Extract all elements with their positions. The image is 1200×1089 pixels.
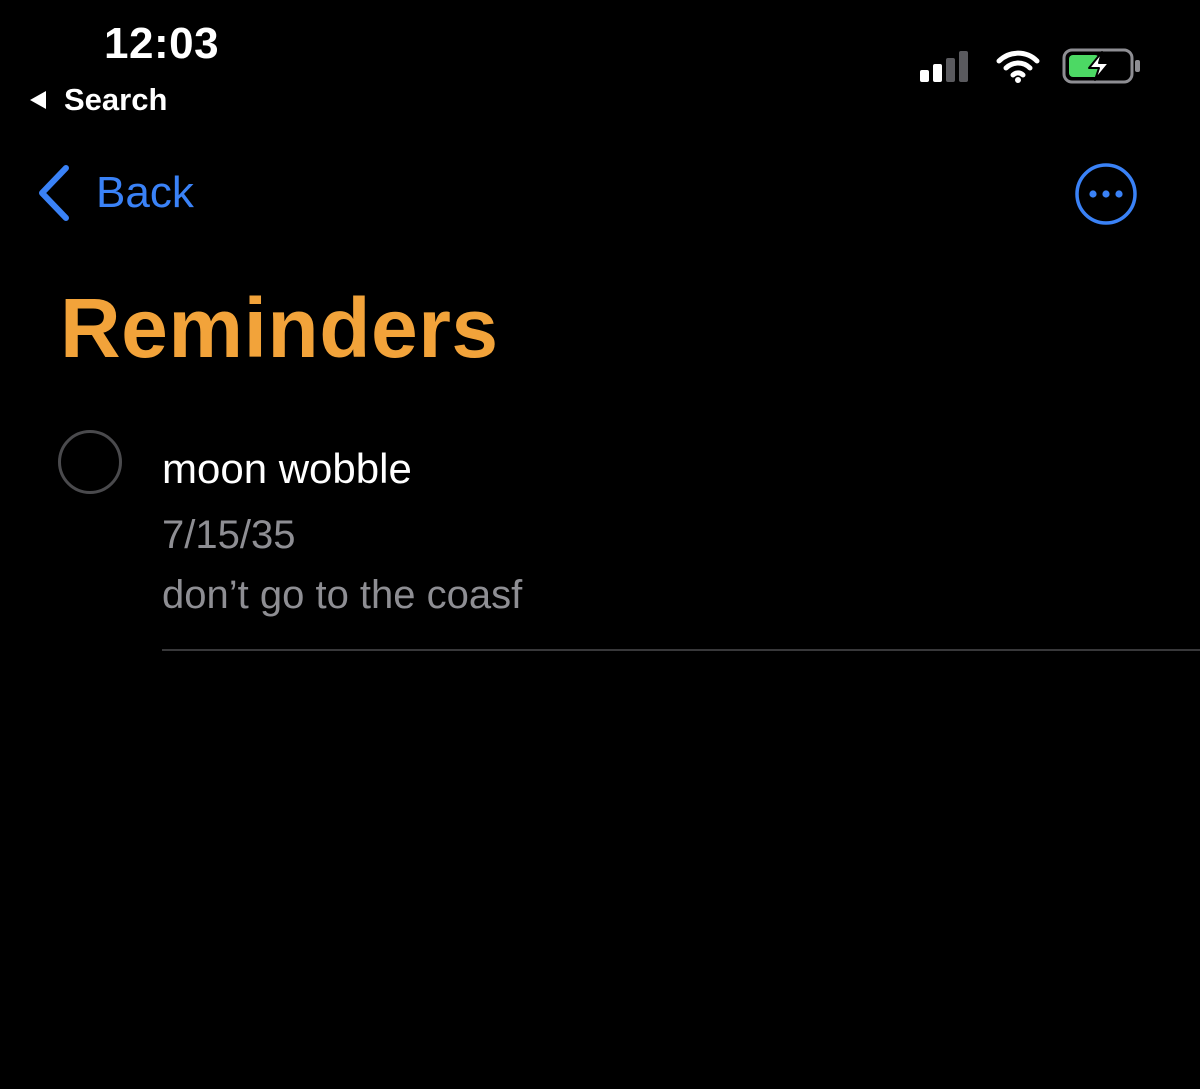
wifi-icon <box>996 50 1040 83</box>
ellipsis-circle-icon[interactable] <box>1074 162 1138 226</box>
signal-bar <box>933 64 942 82</box>
cellular-signal-icon <box>920 50 972 82</box>
nav-back-label: Back <box>96 168 194 217</box>
signal-bar <box>959 51 968 82</box>
status-icons <box>920 44 1142 88</box>
signal-bar <box>920 70 929 82</box>
reminder-title[interactable]: moon wobble <box>162 442 412 496</box>
page-title: Reminders <box>60 281 499 375</box>
return-to-app-label: Search <box>64 82 168 117</box>
nav-back-button[interactable]: Back <box>36 160 194 226</box>
reminder-date: 7/15/35 <box>162 513 296 557</box>
complete-checkbox[interactable] <box>58 430 122 494</box>
return-to-app-button[interactable]: Search <box>30 80 167 120</box>
reminder-notes: don’t go to the coasf <box>162 573 523 617</box>
battery-charging-icon <box>1062 48 1140 84</box>
status-time: 12:03 <box>104 19 220 68</box>
signal-bar <box>946 58 955 82</box>
list-item[interactable]: moon wobble 7/15/35 don’t go to the coas… <box>0 420 1200 652</box>
chevron-left-icon <box>39 165 69 221</box>
back-triangle-icon <box>30 91 46 109</box>
row-divider <box>162 649 1200 651</box>
